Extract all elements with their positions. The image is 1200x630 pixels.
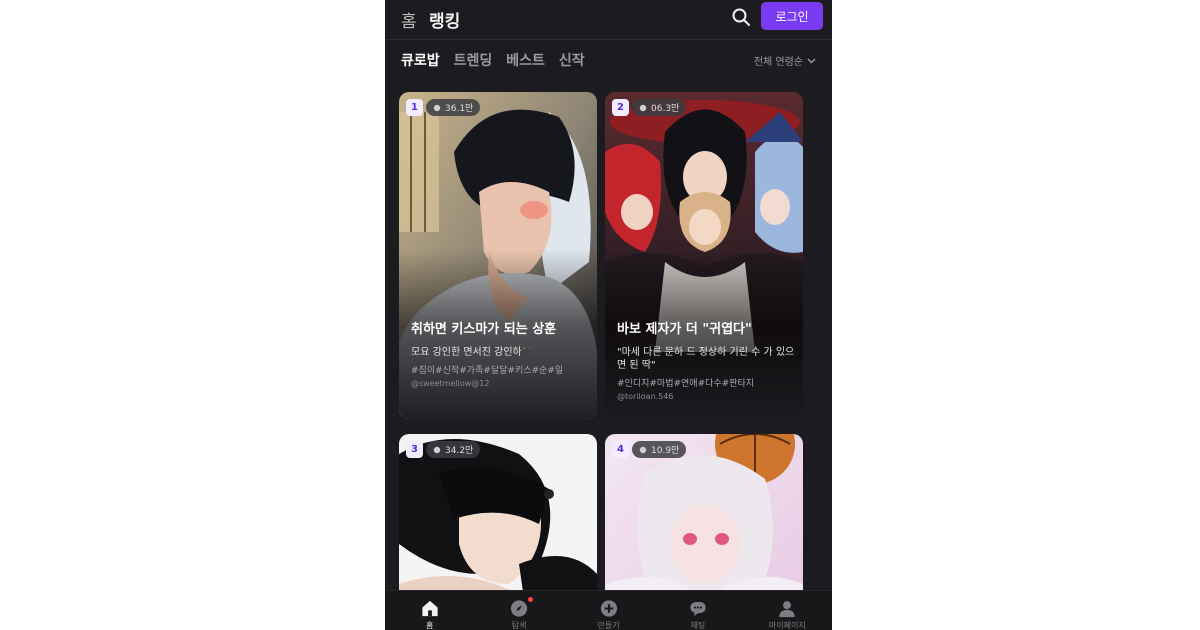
view-count: 10.9만: [651, 446, 680, 456]
chat-bubble-icon: [433, 104, 441, 111]
nav-label: 탐색: [511, 621, 527, 630]
nav-mypage[interactable]: 마이페이지: [743, 591, 832, 630]
tab-curobap[interactable]: 큐로밥: [401, 50, 440, 72]
page-title: 랭킹: [429, 12, 461, 32]
nav-home[interactable]: 홈: [385, 591, 474, 630]
view-count: 34.2만: [445, 446, 474, 456]
card-tags: #인디지#마법#연애#다수#판타지: [617, 379, 755, 389]
ranking-card[interactable]: 1 36.1만 취하면 키스마가 되는 상훈 모요 강인한 면서진 강인하🖤 #…: [399, 92, 597, 419]
app-screen: 홈 랭킹 로그인 큐로밥 트렌딩 베스트 신작 전체 연령순 1 36.1만 취…: [385, 0, 832, 630]
view-count-badge: 36.1만: [426, 99, 481, 116]
card-author[interactable]: @toriloan.546: [617, 392, 795, 401]
card-author[interactable]: @sweetmellow@12: [411, 379, 589, 388]
sort-label: 전체 연령순: [753, 57, 803, 68]
card-description: 모요 강인한 면서진 강인하🖤: [411, 347, 535, 358]
rank-badge: 3: [406, 441, 423, 458]
card-title: 취하면 키스마가 되는 상훈: [411, 322, 557, 337]
nav-label: 홈: [426, 621, 434, 630]
card-tags: #집이#신작#가족#달달#키스#순#일: [411, 366, 564, 376]
view-count-badge: 10.9만: [632, 441, 687, 458]
search-icon[interactable]: [730, 6, 752, 28]
nav-label: 채팅: [690, 621, 706, 630]
tab-best[interactable]: 베스트: [506, 50, 545, 72]
chat-icon: [690, 601, 706, 617]
person-icon: [779, 601, 795, 618]
nav-explore[interactable]: 탐색: [474, 591, 563, 630]
nav-label: 마이페이지: [768, 621, 806, 630]
rank-badge: 1: [406, 99, 423, 116]
ranking-card[interactable]: 2 06.3만 바보 제자가 더 "귀엽다" "마세 다른 문하 드 정상하 기…: [605, 92, 803, 419]
chat-bubble-icon: [433, 446, 441, 453]
header-divider: [385, 39, 832, 40]
rank-badge: 2: [612, 99, 629, 116]
home-logo[interactable]: 홈: [401, 7, 417, 32]
tab-new[interactable]: 신작: [559, 50, 585, 72]
view-count: 06.3만: [651, 104, 680, 114]
view-count-badge: 34.2만: [426, 441, 481, 458]
card-info: 취하면 키스마가 되는 상훈 모요 강인한 면서진 강인하🖤 #집이#신작#가족…: [411, 318, 589, 388]
nav-label: 만들기: [597, 621, 620, 630]
login-button[interactable]: 로그인: [761, 2, 823, 30]
home-icon: [422, 600, 438, 617]
chevron-down-icon: [807, 58, 816, 64]
card-info: 바보 제자가 더 "귀엽다" "마세 다른 문하 드 정상하 기린 수 가 있으…: [617, 318, 795, 401]
sort-dropdown[interactable]: 전체 연령순: [754, 53, 816, 68]
ranking-tabs: 큐로밥 트렌딩 베스트 신작: [401, 50, 585, 72]
chat-bubble-icon: [639, 104, 647, 111]
top-bar: 홈 랭킹 로그인: [385, 0, 832, 38]
chat-bubble-icon: [639, 446, 647, 453]
view-count: 36.1만: [445, 104, 474, 114]
bottom-navigation: 홈 탐색 만들기 채팅 마이페이지: [385, 590, 832, 630]
plus-circle-icon: [600, 600, 617, 617]
card-description: "마세 다른 문하 드 정상하 기린 수 가 있으면 된 딱": [617, 347, 795, 371]
tab-trending[interactable]: 트렌딩: [454, 50, 493, 72]
card-title: 바보 제자가 더 "귀엽다": [617, 322, 752, 337]
nav-create[interactable]: 만들기: [564, 591, 653, 630]
compass-icon: [510, 600, 528, 617]
notification-dot: [528, 597, 534, 602]
nav-chat[interactable]: 채팅: [653, 591, 742, 630]
rank-badge: 4: [612, 441, 629, 458]
view-count-badge: 06.3만: [632, 99, 687, 116]
